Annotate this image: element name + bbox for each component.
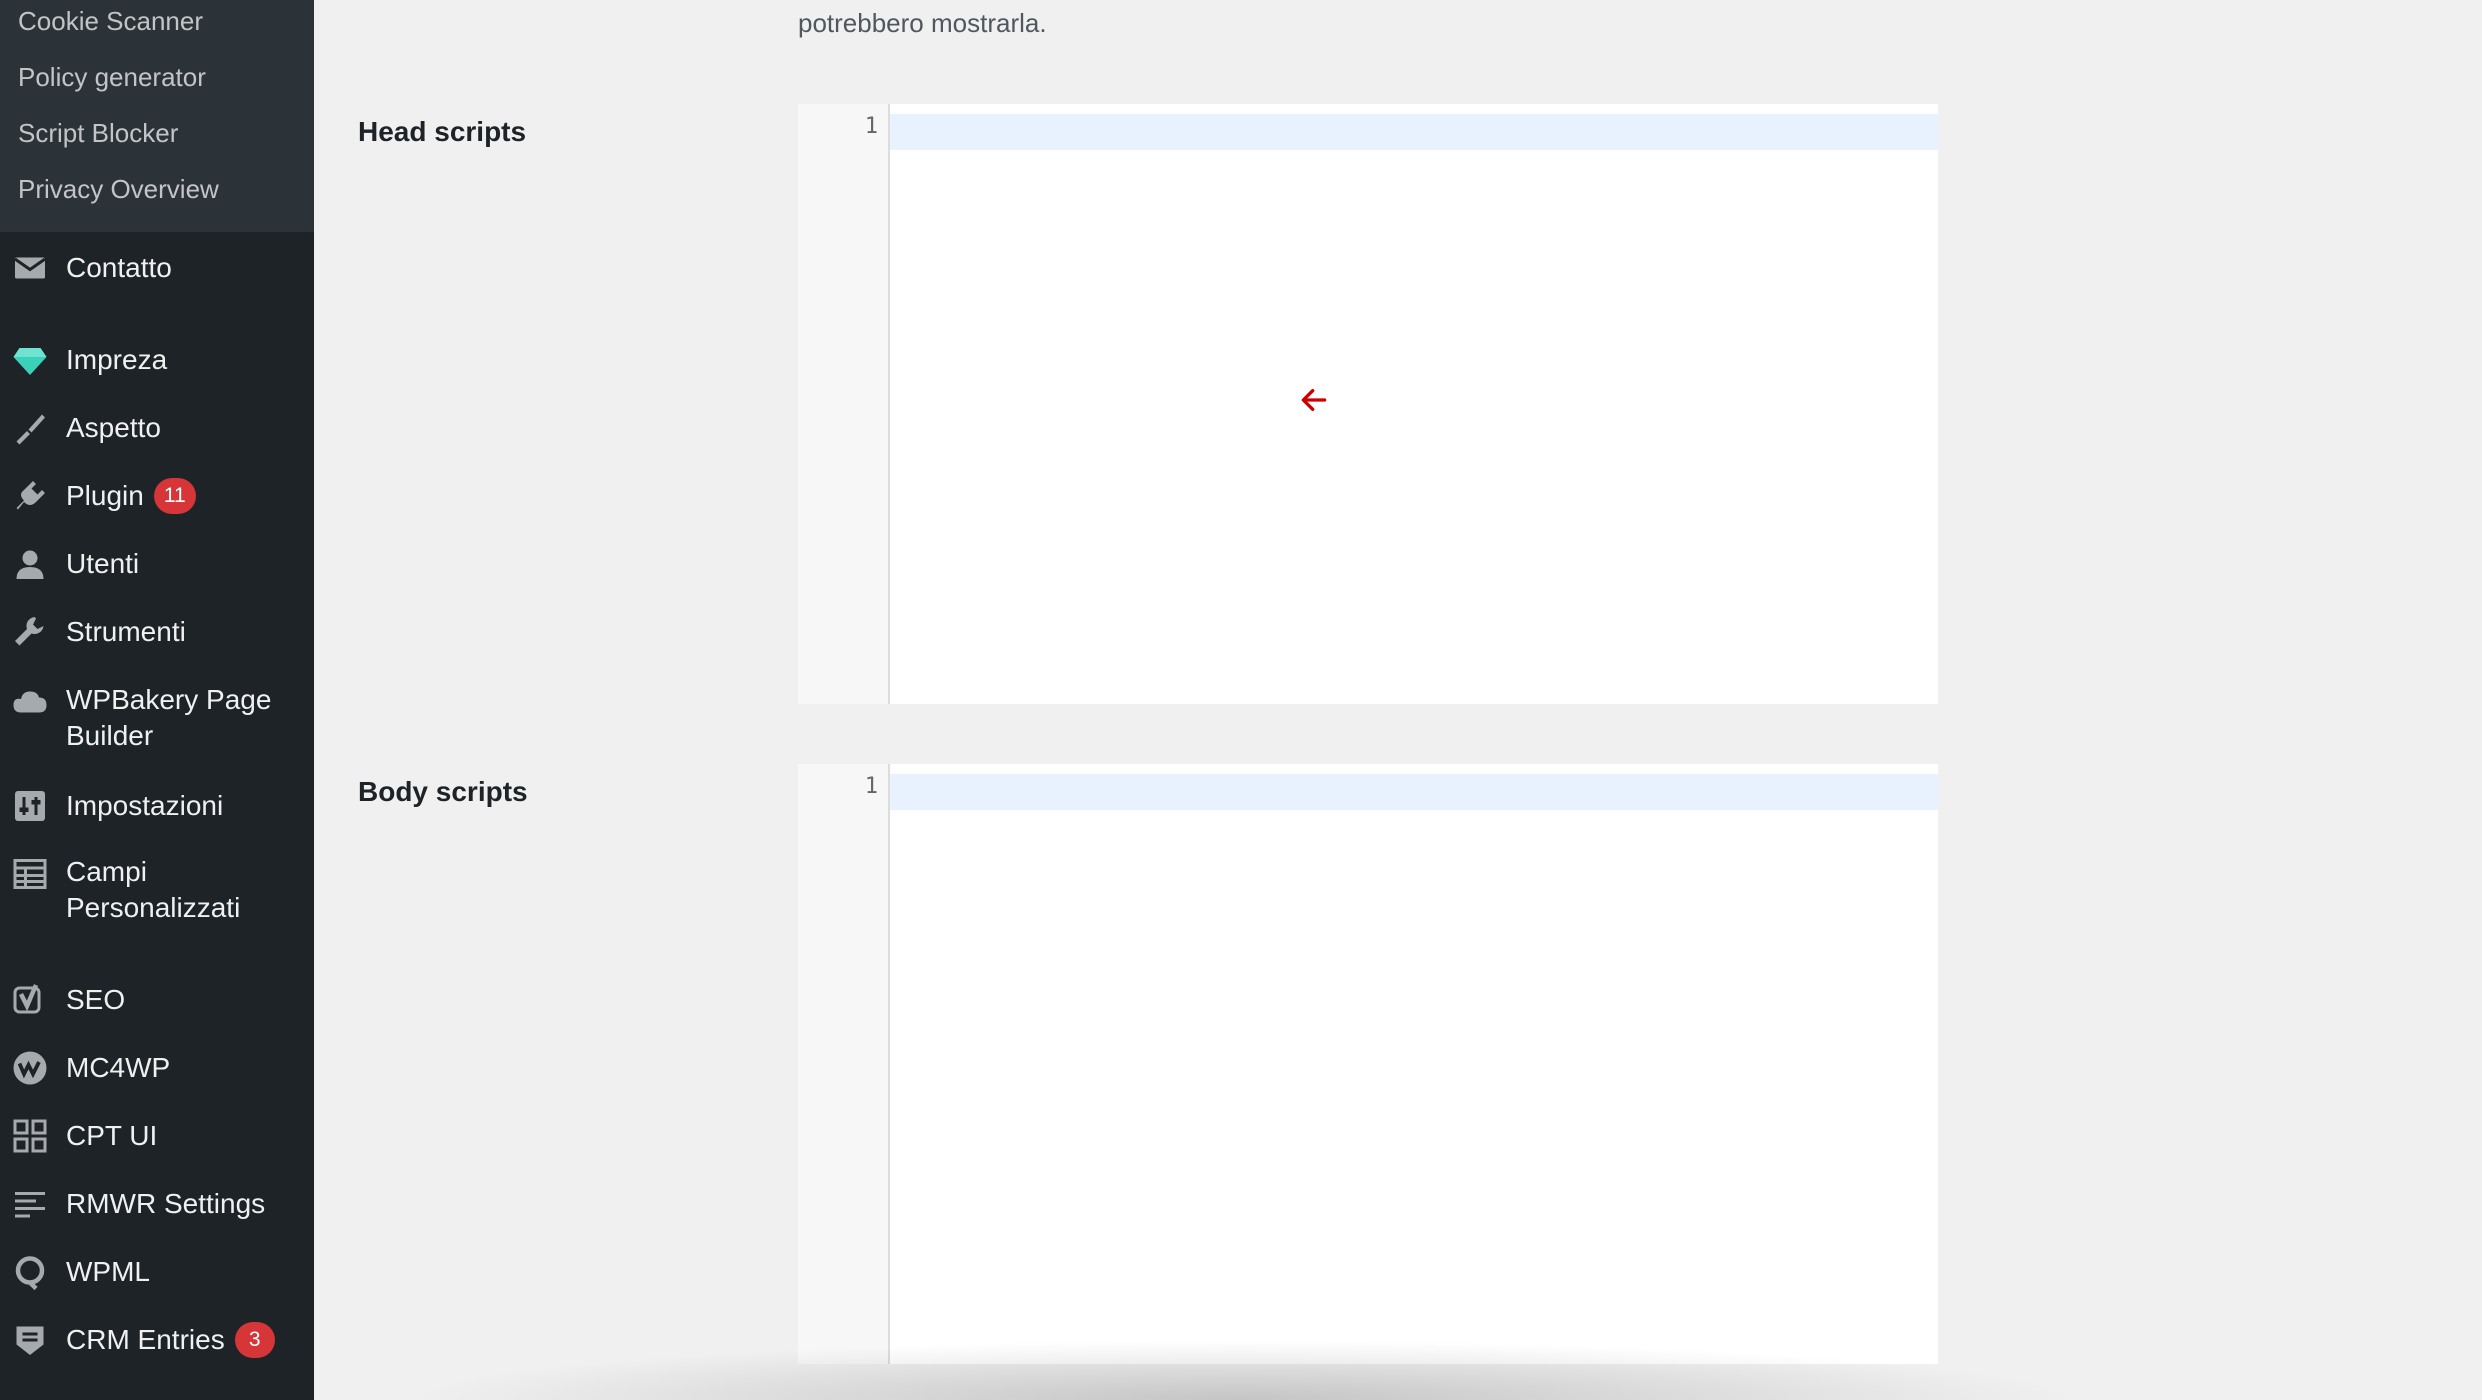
submenu-item-cookie-scanner[interactable]: Cookie Scanner (18, 6, 203, 36)
cpt-grid-icon (10, 1116, 50, 1156)
mc4wp-icon (10, 1048, 50, 1088)
submenu-item-policy-generator[interactable]: Policy generator (18, 62, 206, 92)
sidebar-item-label: CRM Entries (66, 1324, 225, 1355)
active-line-highlight (890, 114, 1938, 150)
user-icon (10, 544, 50, 584)
diamond-icon (10, 340, 50, 380)
sidebar-item-label: WPBakery Page Builder (66, 684, 272, 751)
sidebar-item-plugin[interactable]: Plugin 11 (0, 474, 314, 518)
sidebar-item-mc4wp[interactable]: MC4WP (0, 1046, 314, 1090)
sidebar-item-strumenti[interactable]: Strumenti (0, 610, 314, 654)
sidebar-item-label: Impostazioni (66, 790, 224, 821)
sidebar-item-label: Campi Personalizzati (66, 856, 241, 923)
sidebar-item-label: Plugin (66, 480, 144, 511)
envelope-icon (10, 248, 50, 288)
sidebar-item-campi-personalizzati[interactable]: Campi Personalizzati (0, 852, 314, 932)
sidebar-item-cpt-ui[interactable]: CPT UI (0, 1114, 314, 1158)
line-number-gutter: 1 (798, 104, 890, 704)
bottom-shadow (400, 1340, 2082, 1400)
body-scripts-editor[interactable]: 1 (798, 764, 1938, 1364)
body-scripts-label: Body scripts (358, 776, 528, 807)
line-number: 1 (864, 114, 878, 139)
plugin-icon (10, 476, 50, 516)
table-icon (10, 854, 50, 894)
sidebar-item-label: WPML (66, 1256, 150, 1287)
submenu-item-script-blocker[interactable]: Script Blocker (18, 118, 178, 148)
sidebar-item-label: Utenti (66, 548, 140, 579)
wrench-icon (10, 612, 50, 652)
submenu: Cookie Scanner Policy generator Script B… (0, 0, 314, 232)
admin-sidebar: Cookie Scanner Policy generator Script B… (0, 0, 314, 1400)
sidebar-item-aspetto[interactable]: Aspetto (0, 406, 314, 450)
yoast-icon (10, 980, 50, 1020)
wpml-icon (10, 1252, 50, 1292)
sidebar-item-label: Aspetto (66, 412, 161, 443)
crm-icon (10, 1320, 50, 1360)
submenu-item-privacy-overview[interactable]: Privacy Overview (18, 174, 219, 204)
sidebar-item-label: MC4WP (66, 1052, 171, 1083)
arrow-left-icon (1301, 389, 1327, 411)
sidebar-item-label: Impreza (66, 344, 168, 375)
line-number-gutter: 1 (798, 764, 890, 1364)
settings-icon (10, 786, 50, 826)
sidebar-item-utenti[interactable]: Utenti (0, 542, 314, 586)
sidebar-item-impostazioni[interactable]: Impostazioni (0, 784, 314, 828)
list-settings-icon (10, 1184, 50, 1224)
sidebar-item-label: CPT UI (66, 1120, 158, 1151)
sidebar-item-label: Contatto (66, 252, 172, 283)
sidebar-item-label: RMWR Settings (66, 1188, 266, 1219)
description-text: potrebbero mostrarla. (798, 8, 1047, 38)
line-number: 1 (864, 774, 878, 799)
sidebar-item-wpbakery[interactable]: WPBakery Page Builder (0, 680, 314, 760)
sidebar-item-impreza[interactable]: Impreza (0, 338, 314, 382)
sidebar-item-label: Strumenti (66, 616, 186, 647)
active-line-highlight (890, 774, 1938, 810)
update-count-badge: 11 (153, 477, 196, 514)
head-scripts-editor[interactable]: 1 (798, 104, 1938, 704)
sidebar-item-crm-entries[interactable]: CRM Entries 3 (0, 1318, 314, 1362)
cloud-icon (10, 682, 50, 722)
paintbrush-icon (10, 408, 50, 448)
sidebar-item-seo[interactable]: SEO (0, 978, 314, 1022)
sidebar-item-label: SEO (66, 984, 126, 1015)
head-scripts-label: Head scripts (358, 116, 527, 147)
entries-count-badge: 3 (234, 1321, 275, 1358)
sidebar-item-rmwr-settings[interactable]: RMWR Settings (0, 1182, 314, 1226)
sidebar-item-wpml[interactable]: WPML (0, 1250, 314, 1294)
sidebar-item-contatto[interactable]: Contatto (0, 246, 314, 290)
